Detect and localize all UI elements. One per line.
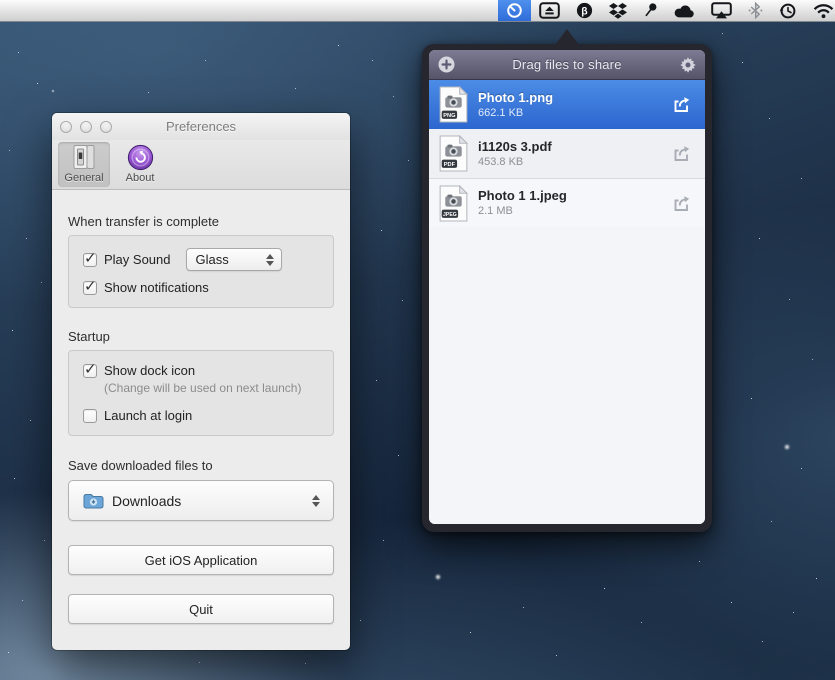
transfer-groupbox: ✓ Play Sound Glass ✓ Show notifications xyxy=(68,235,334,308)
pushpin-menu-icon[interactable] xyxy=(635,0,666,22)
minimize-button[interactable] xyxy=(80,121,92,133)
eject-box-icon xyxy=(539,2,560,19)
settings-gear-button[interactable] xyxy=(679,56,696,73)
drop-zone[interactable] xyxy=(429,227,705,524)
file-size: 2.1 MB xyxy=(478,204,672,218)
cloud-icon xyxy=(674,4,695,18)
tab-general[interactable]: General xyxy=(58,142,110,187)
play-sound-checkbox[interactable]: ✓ xyxy=(83,253,97,267)
app-transfer-icon xyxy=(506,2,523,19)
svg-text:PDF: PDF xyxy=(444,162,456,168)
app-transfer-menu-icon[interactable] xyxy=(498,0,531,22)
pdf-file-icon: PDF xyxy=(438,135,469,172)
save-location-select[interactable]: Downloads xyxy=(68,480,334,521)
file-name: Photo 1.png xyxy=(478,90,672,106)
show-notifications-checkbox[interactable]: ✓ xyxy=(83,281,97,295)
show-dock-icon-checkbox[interactable]: ✓ xyxy=(83,364,97,378)
add-files-button[interactable] xyxy=(438,56,455,73)
quit-button[interactable]: Quit xyxy=(68,594,334,624)
tab-general-label: General xyxy=(64,172,103,184)
share-popover: Drag files to share PNG Photo xyxy=(422,44,712,532)
checkmark-icon: ✓ xyxy=(84,249,97,267)
title-bar[interactable]: Preferences xyxy=(52,113,350,140)
svg-text:JPEG: JPEG xyxy=(443,211,457,217)
dropbox-icon xyxy=(609,3,627,19)
save-location-value: Downloads xyxy=(112,493,309,509)
wifi-icon xyxy=(813,3,834,19)
popover-header: Drag files to share xyxy=(429,50,705,80)
close-button[interactable] xyxy=(60,121,72,133)
show-notifications-label: Show notifications xyxy=(104,280,209,295)
file-name: i1120s 3.pdf xyxy=(478,139,672,155)
stepper-arrows-icon xyxy=(309,495,323,507)
share-button[interactable] xyxy=(672,96,691,113)
preferences-toolbar: General About xyxy=(52,140,350,190)
about-app-icon xyxy=(127,144,154,171)
time-machine-icon xyxy=(779,2,797,19)
airplay-menu-icon[interactable] xyxy=(703,0,740,22)
launch-at-login-label: Launch at login xyxy=(104,408,192,423)
wifi-menu-icon[interactable] xyxy=(805,0,835,22)
stepper-arrows-icon xyxy=(263,254,277,266)
file-row[interactable]: PNG Photo 1.png 662.1 KB xyxy=(429,80,705,129)
pin-icon xyxy=(643,2,658,19)
file-name: Photo 1 1.jpeg xyxy=(478,188,672,204)
bluetooth-menu-icon[interactable] xyxy=(740,0,771,22)
downloads-folder-icon xyxy=(83,492,104,509)
sound-select[interactable]: Glass xyxy=(186,248,282,271)
plus-circle-icon xyxy=(438,56,455,73)
share-arrow-icon xyxy=(672,96,691,113)
beta-circle-icon: β xyxy=(576,2,593,19)
zoom-button[interactable] xyxy=(100,121,112,133)
checkmark-icon: ✓ xyxy=(84,360,97,378)
dropbox-menu-icon[interactable] xyxy=(601,0,635,22)
airserver-eject-menu-icon[interactable] xyxy=(531,0,568,22)
cloudapp-menu-icon[interactable] xyxy=(666,0,703,22)
preferences-window: Preferences General xyxy=(52,113,350,650)
startup-groupbox: ✓ Show dock icon (Change will be used on… xyxy=(68,350,334,436)
show-dock-icon-label: Show dock icon xyxy=(104,363,195,378)
dock-change-note: (Change will be used on next launch) xyxy=(104,381,319,395)
file-row[interactable]: JPEG Photo 1 1.jpeg 2.1 MB xyxy=(429,178,705,227)
share-button[interactable] xyxy=(672,145,691,162)
launch-at-login-checkbox[interactable]: ✓ xyxy=(83,409,97,423)
popover-arrow xyxy=(555,29,579,45)
popover-title: Drag files to share xyxy=(455,57,679,72)
share-button[interactable] xyxy=(672,195,691,212)
bluetooth-icon xyxy=(748,2,763,19)
gear-icon xyxy=(680,57,696,73)
file-size: 662.1 KB xyxy=(478,106,672,120)
light-switch-icon xyxy=(70,144,98,171)
image-file-icon: PNG xyxy=(438,86,469,123)
jpeg-file-icon: JPEG xyxy=(438,185,469,222)
file-size: 453.8 KB xyxy=(478,155,672,169)
menu-bar: β xyxy=(0,0,835,22)
time-machine-menu-icon[interactable] xyxy=(771,0,805,22)
tab-about-label: About xyxy=(126,172,155,184)
svg-text:β: β xyxy=(581,5,588,17)
svg-text:PNG: PNG xyxy=(443,113,456,119)
checkmark-icon: ✓ xyxy=(84,277,97,295)
file-row[interactable]: PDF i1120s 3.pdf 453.8 KB xyxy=(429,129,705,178)
airplay-icon xyxy=(711,2,732,19)
get-ios-application-button[interactable]: Get iOS Application xyxy=(68,545,334,575)
section-heading-transfer: When transfer is complete xyxy=(68,214,334,229)
beta-menu-icon[interactable]: β xyxy=(568,0,601,22)
sound-select-value: Glass xyxy=(196,252,263,267)
share-arrow-icon xyxy=(672,145,691,162)
play-sound-label: Play Sound xyxy=(104,252,171,267)
section-heading-startup: Startup xyxy=(68,329,334,344)
section-heading-save-location: Save downloaded files to xyxy=(68,458,334,473)
share-arrow-icon xyxy=(672,195,691,212)
tab-about[interactable]: About xyxy=(114,142,166,187)
